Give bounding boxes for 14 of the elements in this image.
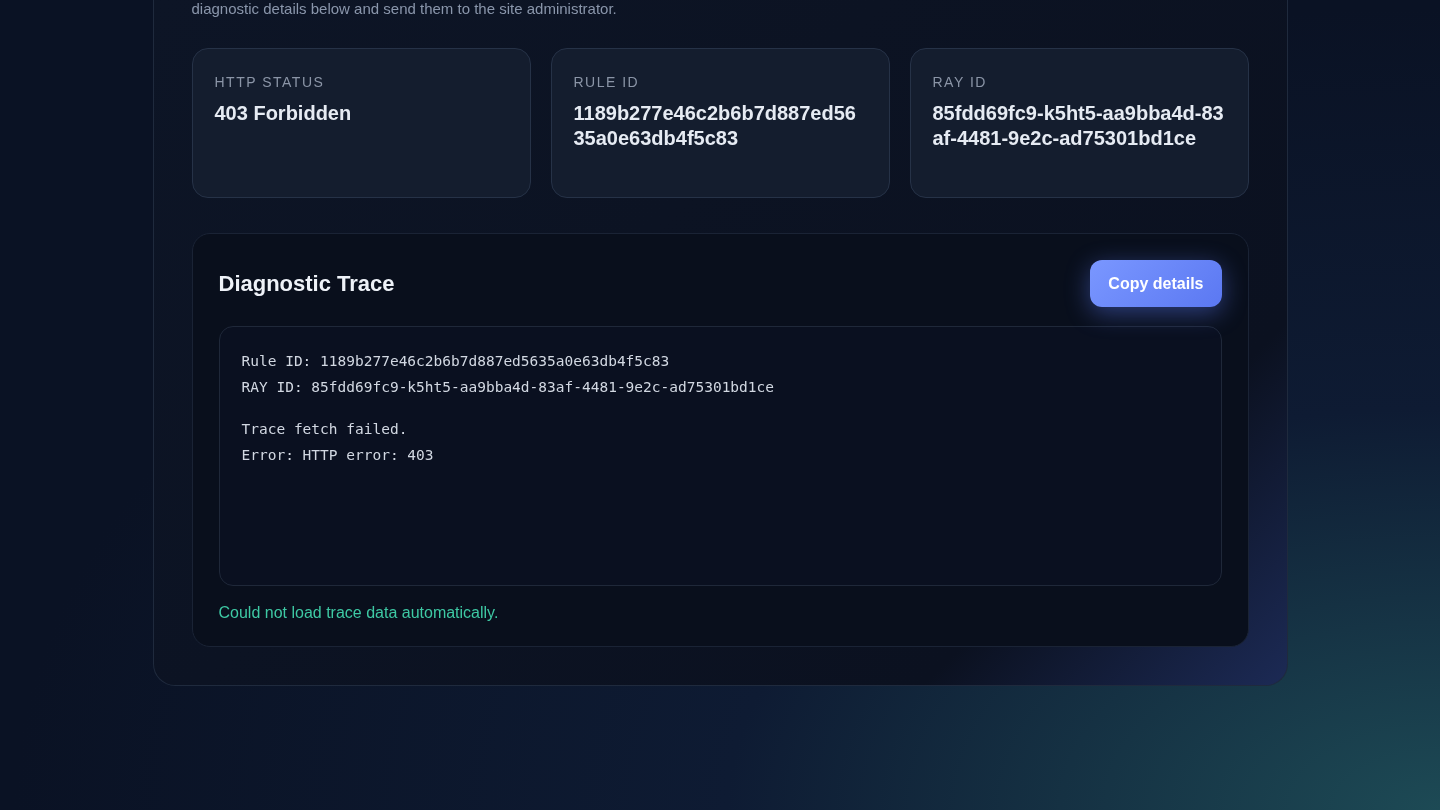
stat-value: 403 Forbidden (214, 101, 353, 126)
stat-value: 85fdd69fc9-k5ht5-aa9bba4d-83af-4481-9e2c-ad75301bd1ce (932, 101, 1225, 151)
stat-label: RAY ID (932, 73, 988, 92)
trace-line: Trace fetch failed. (241, 420, 409, 439)
stat-label: HTTP STATUS (214, 73, 326, 92)
trace-line: Rule ID: 1189b277e46c2b6b7d887ed5635a0e63db4f5c83 (241, 352, 671, 371)
copy-details-button[interactable]: Copy details (1090, 260, 1222, 307)
stat-label: RULE ID (573, 73, 641, 92)
trace-status: Could not load trace data automatically. (218, 603, 500, 623)
trace-title: Diagnostic Trace (218, 270, 395, 298)
intro-text: diagnostic details below and send them to the site administrator. (191, 0, 618, 18)
stat-value: 1189b277e46c2b6b7d887ed5635a0e63db4f5c83 (573, 101, 857, 151)
trace-line: Error: HTTP error: 403 (241, 446, 435, 465)
trace-line: RAY ID: 85fdd69fc9-k5ht5-aa9bba4d-83af-4481-9e2c-ad75301bd1ce (241, 378, 775, 397)
